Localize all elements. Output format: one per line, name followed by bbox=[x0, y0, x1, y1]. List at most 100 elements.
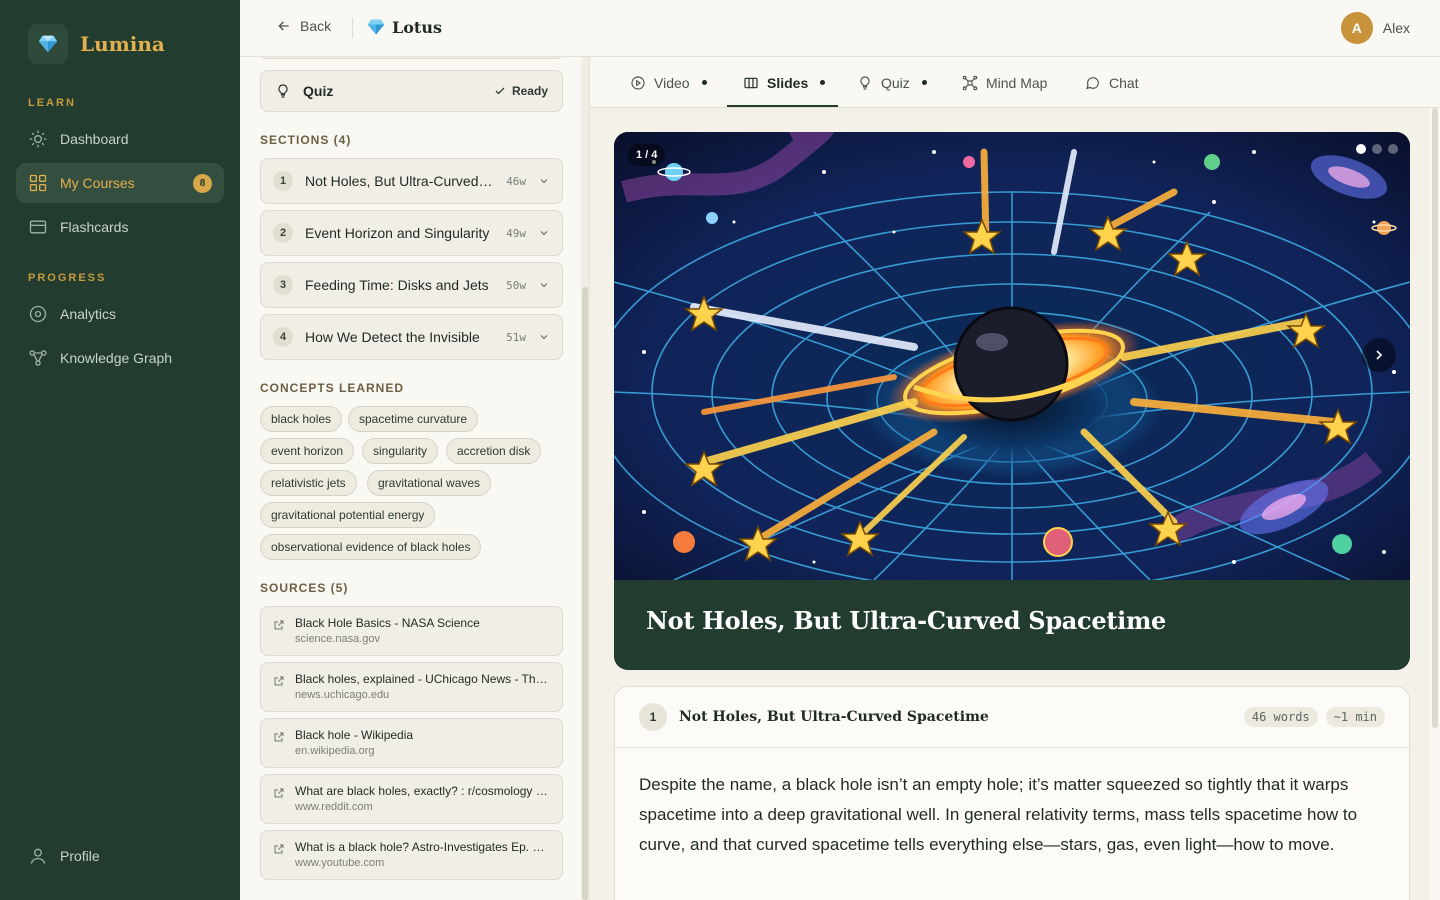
nav-item-label: Dashboard bbox=[60, 131, 129, 147]
active-tab-indicator bbox=[727, 105, 838, 107]
scrollbar[interactable] bbox=[1430, 108, 1440, 900]
arrow-left-icon bbox=[278, 21, 289, 31]
nav-item-my-courses[interactable]: My Courses 8 bbox=[16, 163, 224, 203]
quiz-card[interactable]: Quiz Ready bbox=[260, 70, 563, 112]
section-item[interactable]: 3 Feeding Time: Disks and Jets 50w bbox=[260, 262, 563, 308]
nav-item-dashboard[interactable]: Dashboard bbox=[16, 119, 224, 159]
source-domain: science.nasa.gov bbox=[295, 633, 380, 645]
tab-video[interactable]: Video bbox=[630, 57, 707, 108]
gem-icon bbox=[367, 19, 385, 35]
slide-counter: 1 / 4 bbox=[628, 144, 666, 166]
concept-chip[interactable]: relativistic jets bbox=[260, 470, 357, 496]
slide-illustration bbox=[614, 132, 1410, 580]
nav-item-label: Knowledge Graph bbox=[60, 350, 173, 366]
source-title: Black hole - Wikipedia bbox=[295, 728, 414, 742]
external-link-icon bbox=[274, 676, 284, 686]
source-link[interactable]: Black Hole Basics - NASA Science science.… bbox=[260, 606, 563, 656]
chevron-down-icon[interactable] bbox=[538, 227, 550, 239]
nav-item-flashcards[interactable]: Flashcards bbox=[16, 207, 224, 247]
concept-chip[interactable]: gravitational potential energy bbox=[260, 502, 436, 528]
scrollbar[interactable] bbox=[581, 57, 589, 900]
chat-icon bbox=[1086, 76, 1099, 89]
section-title: Not Holes, But Ultra-Curved Spacetime bbox=[305, 173, 494, 189]
user-icon bbox=[30, 848, 46, 864]
status-dot bbox=[921, 80, 927, 85]
status-badge: Ready bbox=[494, 84, 548, 98]
back-button[interactable]: Back bbox=[276, 18, 331, 34]
pagination-dot[interactable] bbox=[1388, 144, 1398, 154]
nav-section-learn: LEARN bbox=[28, 97, 76, 109]
slide-caption: Not Holes, But Ultra-Curved Spacetime bbox=[614, 580, 1410, 670]
tab-slides[interactable]: Slides bbox=[743, 57, 826, 108]
slide-pagination[interactable] bbox=[1356, 144, 1398, 154]
section-title: Event Horizon and Singularity bbox=[305, 225, 490, 241]
chevron-down-icon[interactable] bbox=[538, 331, 550, 343]
slide-viewer[interactable]: 1 / 4 Not Holes, But Ultra-Curved Spacet… bbox=[614, 132, 1410, 670]
partial-card bbox=[260, 57, 563, 59]
course-panel: Quiz Ready SECTIONS (4) 1 Not Holes, But… bbox=[240, 57, 590, 900]
section-number: 1 bbox=[273, 171, 293, 191]
sections-heading: SECTIONS (4) bbox=[260, 133, 352, 147]
lightbulb-icon bbox=[278, 84, 288, 98]
concept-chip[interactable]: black holes bbox=[260, 406, 343, 432]
breadcrumb[interactable]: Lotus bbox=[366, 17, 442, 37]
chevron-down-icon[interactable] bbox=[538, 175, 550, 187]
section-title: How We Detect the Invisible bbox=[305, 329, 480, 345]
status-dot bbox=[701, 80, 707, 85]
tab-quiz[interactable]: Quiz bbox=[857, 57, 927, 108]
scrollbar-thumb[interactable] bbox=[1432, 108, 1438, 728]
nav-item-profile[interactable]: Profile bbox=[16, 836, 224, 876]
next-slide-button[interactable] bbox=[1362, 338, 1396, 372]
tab-label: Slides bbox=[767, 74, 809, 91]
nav-item-analytics[interactable]: Analytics bbox=[16, 294, 224, 334]
section-item[interactable]: 4 How We Detect the Invisible 51w bbox=[260, 314, 563, 360]
pagination-dot[interactable] bbox=[1372, 144, 1382, 154]
tab-label: Quiz bbox=[881, 74, 910, 91]
brand[interactable]: Lumina bbox=[28, 24, 165, 64]
section-body-text: Despite the name, a black hole isn’t an … bbox=[639, 775, 1358, 854]
source-link[interactable]: What is a black hole? Astro-Investigates… bbox=[260, 830, 563, 880]
status-dot bbox=[820, 80, 826, 85]
external-link-icon bbox=[274, 788, 284, 798]
section-detail-title: Not Holes, But Ultra-Curved Spacetime bbox=[679, 709, 989, 725]
source-domain: en.wikipedia.org bbox=[295, 745, 375, 757]
concept-chip[interactable]: singularity bbox=[362, 438, 439, 464]
sources-heading: SOURCES (5) bbox=[260, 581, 349, 595]
source-link[interactable]: Black hole - Wikipedia en.wikipedia.org bbox=[260, 718, 563, 768]
target-icon bbox=[29, 305, 47, 323]
concept-chip[interactable]: spacetime curvature bbox=[348, 406, 479, 432]
nav-item-knowledge-graph[interactable]: Knowledge Graph bbox=[16, 338, 224, 378]
brand-name: Lumina bbox=[80, 32, 165, 56]
external-link-icon bbox=[274, 844, 284, 854]
quiz-label: Quiz bbox=[303, 83, 334, 99]
word-count-badge: 46 words bbox=[1243, 707, 1318, 727]
concept-chip[interactable]: accretion disk bbox=[446, 438, 542, 464]
tab-mind-map[interactable]: Mind Map bbox=[962, 57, 1047, 108]
section-item[interactable]: 1 Not Holes, But Ultra-Curved Spacetime … bbox=[260, 158, 563, 204]
section-number: 3 bbox=[273, 275, 293, 295]
source-link[interactable]: Black holes, explained - UChicago News -… bbox=[260, 662, 563, 712]
source-title: What is a black hole? Astro-Investigates… bbox=[295, 840, 550, 854]
concept-chip[interactable]: event horizon bbox=[260, 438, 355, 464]
card-icon bbox=[29, 220, 47, 234]
section-title: Feeding Time: Disks and Jets bbox=[305, 277, 489, 293]
section-item[interactable]: 2 Event Horizon and Singularity 49w bbox=[260, 210, 563, 256]
source-domain: news.uchicago.edu bbox=[295, 689, 390, 701]
read-time-badge: ~1 min bbox=[1325, 707, 1385, 727]
source-title: Black holes, explained - UChicago News -… bbox=[295, 672, 550, 686]
chevron-down-icon[interactable] bbox=[538, 279, 550, 291]
user-menu[interactable]: A Alex bbox=[1340, 12, 1410, 44]
scrollbar-thumb[interactable] bbox=[582, 287, 588, 900]
pagination-dot[interactable] bbox=[1356, 144, 1366, 154]
graph-icon bbox=[29, 350, 47, 366]
concept-chip[interactable]: gravitational waves bbox=[367, 470, 492, 496]
section-meta: 46 words ~1 min bbox=[1243, 707, 1385, 727]
tab-chat[interactable]: Chat bbox=[1085, 57, 1139, 108]
nav-item-label: Analytics bbox=[60, 306, 117, 322]
source-link[interactable]: What are black holes, exactly? : r/cosmo… bbox=[260, 774, 563, 824]
concept-chip[interactable]: observational evidence of black holes bbox=[260, 534, 482, 560]
nav-section-progress: PROGRESS bbox=[28, 272, 107, 284]
breadcrumb-title: Lotus bbox=[392, 17, 442, 37]
sidebar-nav: Lumina LEARN Dashboard My Courses 8 Flas… bbox=[0, 0, 240, 900]
nav-item-label: Flashcards bbox=[60, 219, 129, 235]
